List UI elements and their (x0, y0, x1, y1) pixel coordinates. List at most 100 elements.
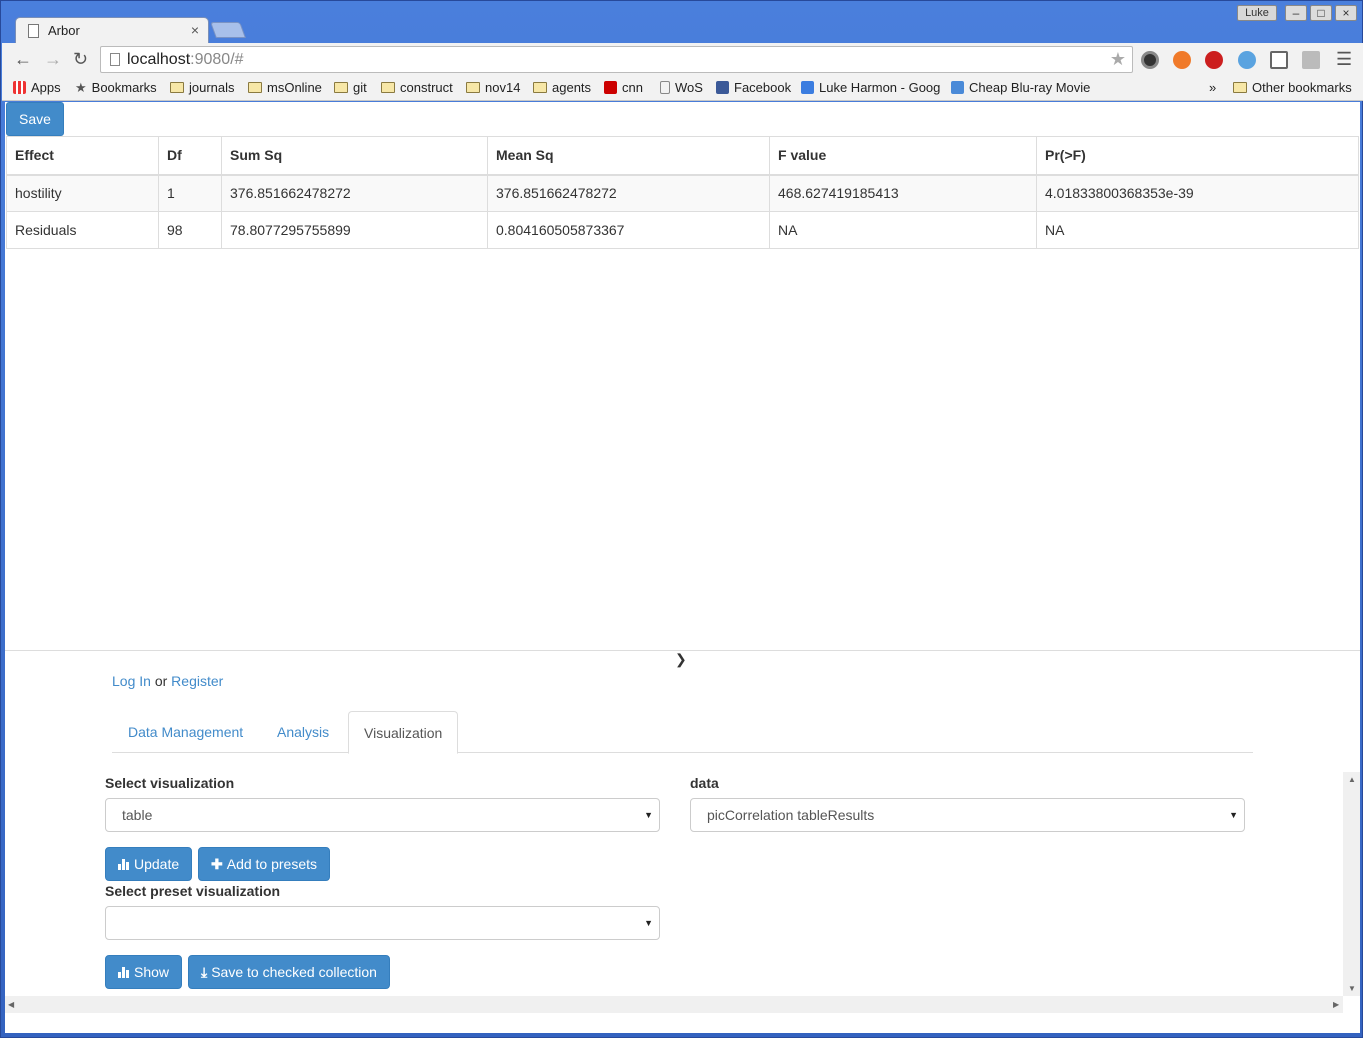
table-cell: 98 (158, 211, 222, 249)
cast-icon[interactable] (1270, 51, 1288, 69)
horizontal-scrollbar[interactable]: ◀ ▶ (5, 996, 1343, 1013)
folder-icon (334, 82, 348, 93)
new-tab-button[interactable] (210, 22, 246, 38)
bookmark-facebook[interactable]: Facebook (716, 80, 791, 95)
bookmark-bookmarks[interactable]: ★ Bookmarks (75, 80, 157, 96)
bar-chart-icon (118, 859, 130, 870)
menu-icon[interactable]: ☰ (1336, 49, 1352, 70)
data-select[interactable]: picCorrelation tableResults ▼ (690, 798, 1245, 832)
tab-title: Arbor (48, 23, 80, 38)
tab-analysis[interactable]: Analysis (262, 711, 344, 753)
table-cell: NA (769, 211, 1037, 249)
bookmark-folder[interactable]: construct (381, 80, 453, 95)
bookmark-apps[interactable]: Apps (13, 80, 61, 95)
folder-icon (170, 82, 184, 93)
select-value: picCorrelation tableResults (707, 807, 875, 823)
register-link[interactable]: Register (171, 673, 223, 689)
scroll-right-arrow-icon[interactable]: ▶ (1333, 1000, 1339, 1009)
folder-icon (1233, 82, 1247, 93)
page-icon (28, 24, 39, 38)
scroll-left-arrow-icon[interactable]: ◀ (8, 1000, 14, 1009)
tab-data-management[interactable]: Data Management (113, 711, 258, 753)
preset-visualization-label: Select preset visualization (105, 883, 281, 899)
column-header: Effect (6, 136, 159, 176)
bookmark-google[interactable]: Luke Harmon - Googl (801, 80, 940, 95)
bookmark-folder[interactable]: nov14 (466, 80, 520, 95)
url-text: localhost:9080/# (127, 51, 244, 68)
download-icon: ⤓ (201, 964, 208, 980)
collapse-chevron-icon[interactable]: ❯ (675, 651, 687, 668)
save-button[interactable]: Save (6, 102, 64, 136)
table-row: Residuals 98 78.8077295755899 0.80416050… (6, 211, 1359, 249)
table-cell: NA (1036, 211, 1359, 249)
bookmarks-bar: Apps ★ Bookmarks journals msOnline git co… (2, 77, 1363, 101)
bookmark-bluray[interactable]: Cheap Blu-ray Movie (951, 80, 1090, 95)
vertical-scrollbar[interactable]: ▲ ▼ (1343, 772, 1360, 996)
tab-visualization[interactable]: Visualization (348, 711, 459, 754)
table-cell: 4.01833800368353e-39 (1036, 174, 1359, 212)
table-cell: Residuals (6, 211, 159, 249)
folder-icon (248, 82, 262, 93)
star-icon: ★ (75, 80, 87, 95)
main-tabs: Data Management Analysis Visualization (112, 711, 1253, 754)
bookmark-wos[interactable]: WoS (660, 80, 703, 95)
select-visualization-label: Select visualization (105, 775, 235, 791)
bookmark-folder[interactable]: msOnline (248, 80, 322, 95)
page-viewport: Save Effect Df Sum Sq Mean Sq F value Pr… (5, 102, 1360, 1033)
apps-grid-icon (13, 81, 26, 94)
table-cell: 78.8077295755899 (221, 211, 488, 249)
browser-toolbar: ← → ↻ localhost:9080/# ★ ☰ (2, 43, 1363, 77)
column-header: Mean Sq (487, 136, 770, 176)
table-cell: hostility (6, 174, 159, 212)
anova-table: Effect Df Sum Sq Mean Sq F value Pr(>F) … (6, 136, 1359, 249)
ghostery-icon[interactable] (1238, 51, 1256, 69)
update-button[interactable]: Update (105, 847, 193, 881)
reload-icon[interactable]: ↻ (73, 49, 88, 70)
bookmark-folder[interactable]: git (334, 80, 367, 95)
login-link[interactable]: Log In (112, 673, 151, 689)
table-cell: 376.851662478272 (487, 174, 770, 212)
google-scholar-icon (801, 81, 814, 94)
table-cell: 376.851662478272 (221, 174, 488, 212)
select-value: table (122, 807, 153, 823)
table-row: hostility 1 376.851662478272 376.8516624… (6, 174, 1359, 212)
add-to-presets-button[interactable]: ✚ Add to presets (198, 847, 331, 881)
bookmark-folder[interactable]: agents (533, 80, 591, 95)
bar-chart-icon (118, 967, 130, 978)
scroll-down-arrow-icon[interactable]: ▼ (1348, 984, 1356, 993)
dropdown-caret-icon: ▼ (644, 810, 653, 820)
show-button[interactable]: Show (105, 955, 183, 989)
cnn-logo-icon (604, 81, 617, 94)
extension-b-icon[interactable] (1173, 51, 1191, 69)
table-cell: 468.627419185413 (769, 174, 1037, 212)
profile-badge[interactable]: Luke (1237, 5, 1277, 21)
address-bar[interactable]: localhost:9080/# ★ (100, 46, 1133, 73)
bookmark-folder[interactable]: journals (170, 80, 235, 95)
table-cell: 1 (158, 174, 222, 212)
other-bookmarks[interactable]: Other bookmarks (1233, 80, 1352, 95)
close-window-button[interactable]: × (1335, 5, 1357, 21)
or-text: or (154, 673, 168, 689)
browser-window: Arbor × Luke – □ × ← → ↻ localhost:9080/… (0, 0, 1363, 1038)
bookmark-star-icon[interactable]: ★ (1110, 49, 1126, 70)
bookmarks-overflow-icon[interactable]: » (1209, 80, 1216, 95)
forward-arrow-icon[interactable]: → (44, 49, 62, 70)
tab-close-icon[interactable]: × (191, 22, 199, 38)
bookmark-cnn[interactable]: cnn (604, 80, 643, 95)
preset-visualization-select[interactable]: ▼ (105, 906, 660, 940)
visualization-select[interactable]: table ▼ (105, 798, 660, 832)
page-icon (660, 81, 670, 94)
browser-tab[interactable]: Arbor × (15, 17, 209, 44)
save-to-collection-button[interactable]: ⤓ Save to checked collection (188, 955, 390, 989)
column-header: Sum Sq (221, 136, 488, 176)
extension-shield-icon[interactable] (1302, 51, 1320, 69)
maximize-button[interactable]: □ (1310, 5, 1332, 21)
extension-s-icon[interactable] (1141, 51, 1159, 69)
minimize-button[interactable]: – (1285, 5, 1307, 21)
scroll-up-arrow-icon[interactable]: ▲ (1348, 775, 1356, 784)
extension-stop-icon[interactable] (1205, 51, 1223, 69)
back-arrow-icon[interactable]: ← (14, 49, 32, 70)
b-logo-icon (951, 81, 964, 94)
column-header: Pr(>F) (1036, 136, 1359, 176)
plus-icon: ✚ (211, 856, 223, 872)
